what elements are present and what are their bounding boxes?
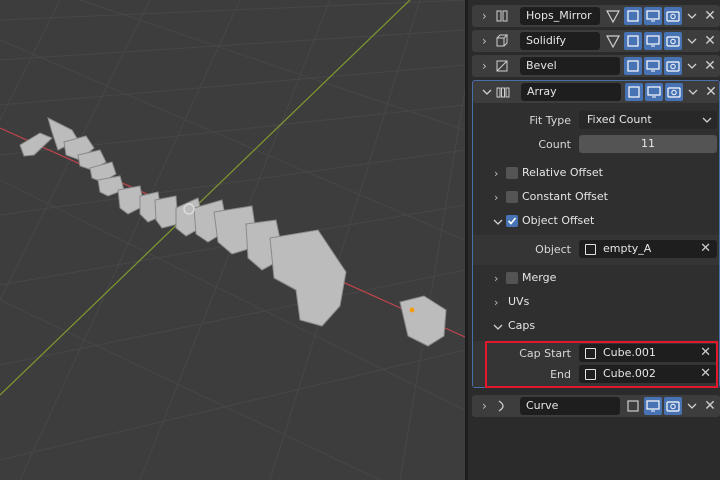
merge-row[interactable]: › Merge xyxy=(478,268,716,290)
modifier-name-field[interactable]: Solidify xyxy=(520,32,600,50)
array-mesh-segments xyxy=(19,117,447,347)
array-modifier-icon xyxy=(496,87,510,98)
viewport-toggle[interactable] xyxy=(644,32,662,50)
uvs-row[interactable]: › UVs xyxy=(478,292,716,314)
constant-offset-label: Constant Offset xyxy=(522,190,608,203)
modifier-hops-mirror[interactable]: › Hops_Mirror ✕ xyxy=(472,5,720,27)
edit-mode-toggle[interactable] xyxy=(624,57,642,75)
caps-highlight-box xyxy=(485,341,718,388)
chevron-right-icon[interactable]: › xyxy=(482,59,492,73)
constant-offset-checkbox[interactable] xyxy=(506,191,518,203)
count-label: Count xyxy=(538,138,571,151)
checkmark-icon xyxy=(507,217,517,225)
vertex-icon[interactable] xyxy=(605,33,621,49)
fit-type-dropdown[interactable]: Fixed Count xyxy=(579,111,717,129)
close-icon[interactable]: ✕ xyxy=(702,7,718,25)
modifier-bevel[interactable]: › Bevel ✕ xyxy=(472,55,720,77)
relative-offset-checkbox[interactable] xyxy=(506,167,518,179)
clear-icon[interactable]: ✕ xyxy=(700,240,711,258)
chevron-down-icon[interactable] xyxy=(685,7,699,25)
chevron-down-icon[interactable] xyxy=(492,321,504,333)
chevron-down-icon[interactable] xyxy=(492,216,504,228)
chevron-down-icon[interactable] xyxy=(481,86,493,98)
caps-label: Caps xyxy=(508,319,536,332)
chevron-right-icon[interactable]: › xyxy=(482,9,492,23)
close-icon[interactable]: ✕ xyxy=(703,83,719,101)
relative-offset-row[interactable]: › Relative Offset xyxy=(478,163,716,185)
object-field[interactable]: empty_A ✕ xyxy=(579,240,717,258)
fit-type-value: Fixed Count xyxy=(587,113,652,126)
edit-mode-toggle[interactable] xyxy=(625,83,643,101)
object-offset-subpanel: Object empty_A ✕ xyxy=(473,235,719,265)
uvs-label: UVs xyxy=(508,295,530,308)
modifier-name-field[interactable]: Array xyxy=(521,83,621,101)
modifier-name-field[interactable]: Hops_Mirror xyxy=(520,7,600,25)
viewport-grid xyxy=(0,0,465,480)
chevron-right-icon[interactable]: › xyxy=(494,272,498,285)
render-toggle[interactable] xyxy=(664,57,682,75)
vertex-icon[interactable] xyxy=(605,8,621,24)
edit-mode-toggle[interactable] xyxy=(624,397,642,415)
chevron-right-icon[interactable]: › xyxy=(494,191,498,204)
modifier-array[interactable]: Array ✕ xyxy=(473,81,719,103)
viewport-toggle[interactable] xyxy=(644,7,662,25)
mirror-modifier-icon xyxy=(496,10,508,22)
chevron-right-icon[interactable]: › xyxy=(494,167,498,180)
object-offset-row[interactable]: Object Offset xyxy=(478,211,716,233)
viewport-toggle[interactable] xyxy=(645,83,663,101)
object-offset-label: Object Offset xyxy=(522,214,595,227)
chevron-right-icon[interactable]: › xyxy=(482,34,492,48)
merge-checkbox[interactable] xyxy=(506,272,518,284)
bevel-modifier-icon xyxy=(496,60,508,72)
close-icon[interactable]: ✕ xyxy=(702,32,718,50)
viewport-toggle[interactable] xyxy=(644,397,662,415)
render-toggle[interactable] xyxy=(664,397,682,415)
render-toggle[interactable] xyxy=(664,32,682,50)
modifier-curve[interactable]: › Curve ✕ xyxy=(472,395,720,417)
constant-offset-row[interactable]: › Constant Offset xyxy=(478,187,716,209)
chevron-down-icon[interactable] xyxy=(685,57,699,75)
object-label: Object xyxy=(535,243,571,256)
close-icon[interactable]: ✕ xyxy=(702,57,718,75)
close-icon[interactable]: ✕ xyxy=(702,397,718,415)
solidify-modifier-icon xyxy=(496,34,509,47)
modifier-name-field[interactable]: Curve xyxy=(520,397,620,415)
modifier-solidify[interactable]: › Solidify ✕ xyxy=(472,30,720,52)
object-icon xyxy=(585,244,596,255)
object-value: empty_A xyxy=(603,242,652,255)
chevron-down-icon[interactable] xyxy=(685,32,699,50)
merge-label: Merge xyxy=(522,271,557,284)
fit-type-label: Fit Type xyxy=(529,114,571,127)
y-axis-line xyxy=(0,0,411,396)
modifier-name-field[interactable]: Bevel xyxy=(520,57,620,75)
chevron-right-icon[interactable]: › xyxy=(482,399,492,413)
chevron-down-icon[interactable] xyxy=(686,83,700,101)
render-toggle[interactable] xyxy=(665,83,683,101)
chevron-right-icon[interactable]: › xyxy=(494,296,498,309)
render-toggle[interactable] xyxy=(664,7,682,25)
chevron-down-icon[interactable] xyxy=(685,397,699,415)
chevron-down-icon xyxy=(702,117,712,123)
3d-viewport[interactable] xyxy=(0,0,465,480)
object-origin-dot xyxy=(409,307,415,313)
edit-mode-toggle[interactable] xyxy=(624,7,642,25)
count-field[interactable]: 11 xyxy=(579,135,717,153)
edit-mode-toggle[interactable] xyxy=(624,32,642,50)
modifier-properties-panel: › Hops_Mirror ✕ › Solidify ✕ › Bevel ✕ A… xyxy=(465,0,720,480)
relative-offset-label: Relative Offset xyxy=(522,166,603,179)
caps-row[interactable]: Caps xyxy=(478,316,716,338)
viewport-toggle[interactable] xyxy=(644,57,662,75)
object-offset-checkbox[interactable] xyxy=(506,215,518,227)
curve-modifier-icon xyxy=(498,400,504,412)
